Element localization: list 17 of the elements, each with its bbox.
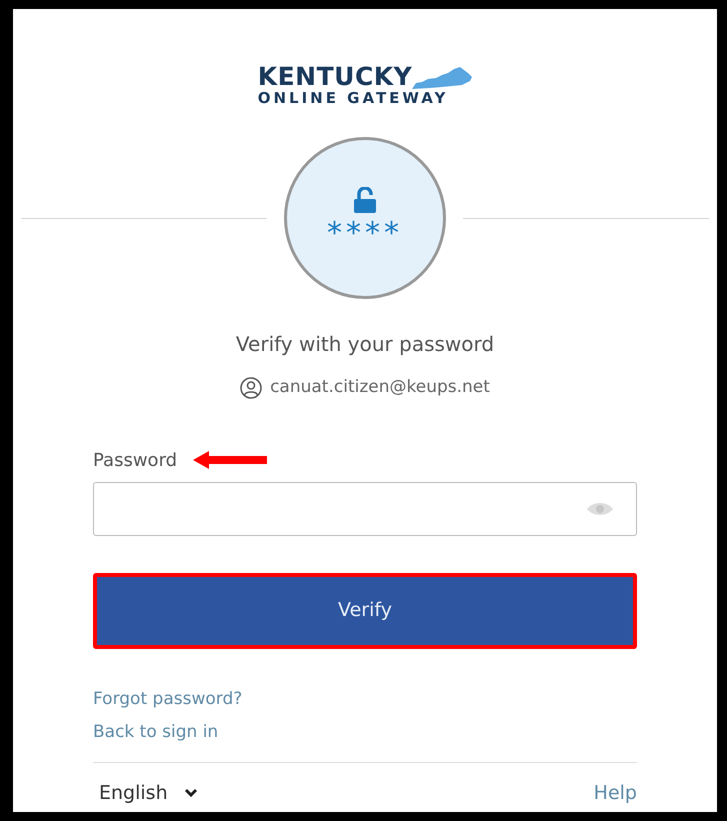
password-mask-text: **** — [327, 219, 403, 249]
eye-icon[interactable] — [586, 500, 614, 516]
logo-title: KENTUCKY — [258, 64, 412, 89]
field-label: Password — [93, 448, 178, 472]
language-select[interactable]: English — [99, 778, 198, 807]
verify-button[interactable]: Verify — [93, 572, 637, 648]
text-link[interactable]: Back to sign in — [93, 720, 218, 746]
logo-subtitle: ONLINE GATEWAY — [258, 89, 448, 107]
state-map-icon — [412, 67, 472, 89]
user-email: canuat.citizen@keups.net — [270, 376, 490, 399]
page-title: Verify with your password — [234, 331, 496, 358]
unlocked-padlock-icon — [352, 187, 378, 213]
text-link[interactable]: Forgot password? — [93, 686, 242, 712]
help-link[interactable]: Help — [594, 778, 637, 807]
password-field[interactable] — [93, 482, 637, 536]
user-icon — [240, 376, 262, 399]
caret-icon — [184, 788, 198, 798]
